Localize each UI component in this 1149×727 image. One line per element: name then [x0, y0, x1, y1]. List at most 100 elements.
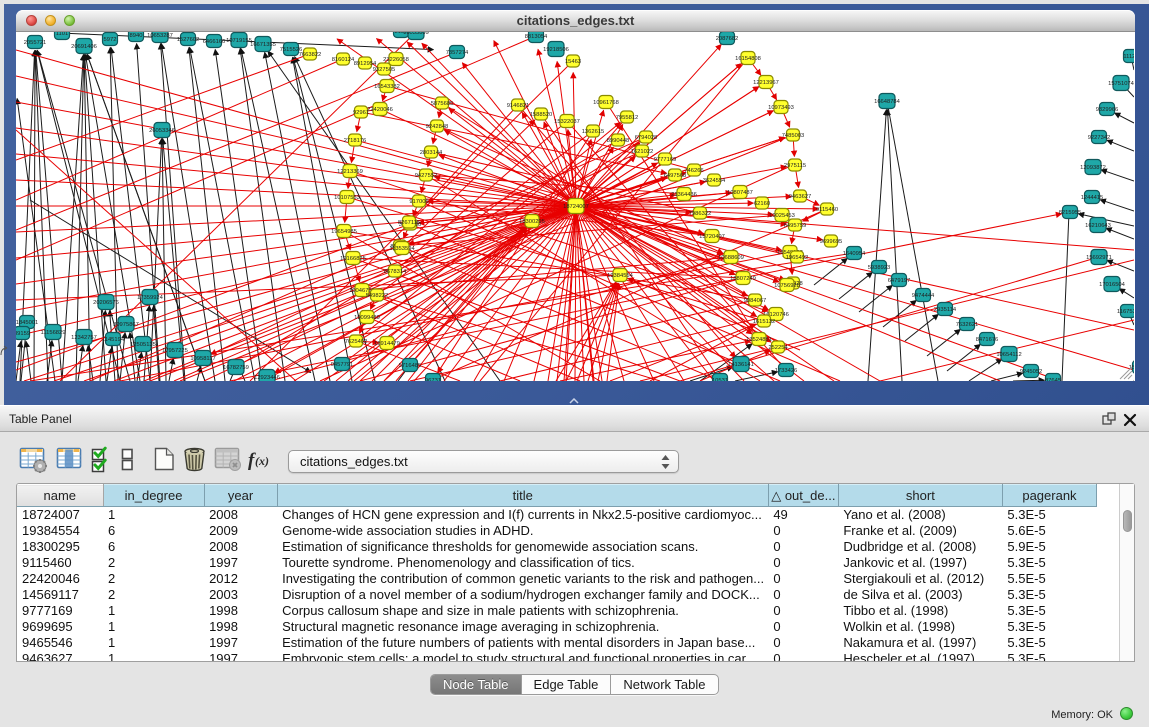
svg-text:6497568: 6497568: [664, 173, 687, 179]
svg-text:16648784: 16648784: [874, 99, 901, 105]
svg-text:12213967: 12213967: [753, 80, 779, 86]
svg-text:12342757: 12342757: [71, 335, 97, 341]
svg-text:8678314: 8678314: [384, 269, 407, 275]
svg-text:9463627: 9463627: [789, 194, 812, 200]
svg-text:5875685: 5875685: [431, 101, 454, 107]
svg-text:2975115: 2975115: [784, 163, 806, 169]
svg-text:9474444: 9474444: [912, 293, 935, 299]
svg-text:19166825: 19166825: [340, 256, 366, 262]
svg-text:1101: 1101: [56, 32, 68, 37]
svg-text:10107553: 10107553: [334, 195, 360, 201]
svg-text:12505135: 12505135: [130, 342, 156, 348]
svg-text:20691406: 20691406: [71, 44, 97, 50]
svg-text:9084067: 9084067: [744, 298, 767, 304]
svg-text:7625402: 7625402: [345, 339, 368, 345]
svg-text:10653287: 10653287: [147, 33, 173, 39]
svg-text:10531: 10531: [712, 378, 728, 381]
svg-text:1244415: 1244415: [1081, 195, 1104, 201]
svg-text:15692971: 15692971: [1086, 255, 1112, 261]
svg-text:10961768: 10961768: [593, 100, 619, 106]
svg-text:746266: 746266: [684, 168, 703, 174]
svg-text:6794028: 6794028: [635, 135, 658, 141]
svg-text:7632621: 7632621: [956, 322, 979, 328]
svg-text:12213369: 12213369: [337, 169, 363, 175]
svg-text:1845001: 1845001: [16, 320, 38, 326]
svg-text:1615132: 1615132: [753, 319, 776, 325]
svg-text:15322037: 15322037: [554, 119, 580, 125]
svg-text:(x): (x): [255, 454, 269, 468]
svg-text:9242848: 9242848: [426, 124, 449, 130]
svg-text:16033809: 16033809: [403, 32, 429, 36]
svg-text:8215955: 8215955: [1059, 210, 1082, 216]
svg-text:8471676: 8471676: [976, 337, 999, 343]
svg-text:1640954: 1640954: [843, 251, 866, 257]
svg-text:18807249: 18807249: [730, 276, 756, 282]
svg-text:23226058: 23226058: [383, 57, 409, 63]
svg-text:9777169: 9777169: [654, 157, 677, 163]
svg-text:9699695: 9699695: [820, 239, 843, 245]
svg-text:19099489: 19099489: [354, 315, 380, 321]
svg-text:13524851: 13524851: [746, 337, 772, 343]
svg-text:8267115: 8267115: [398, 220, 420, 226]
svg-text:15751074: 15751074: [1108, 81, 1134, 87]
svg-text:10719155: 10719155: [226, 38, 252, 44]
svg-text:2087682: 2087682: [716, 36, 739, 42]
svg-text:16914479: 16914479: [374, 341, 400, 347]
svg-text:9327505: 9327505: [373, 67, 396, 73]
svg-text:16782759: 16782759: [223, 365, 249, 371]
svg-text:96731: 96731: [425, 378, 441, 381]
svg-text:11156829: 11156829: [41, 330, 66, 336]
svg-text:21364436: 21364436: [671, 192, 697, 198]
svg-text:17016504: 17016504: [1099, 282, 1126, 288]
svg-text:10958117: 10958117: [190, 356, 215, 362]
svg-text:252254: 252254: [768, 345, 788, 351]
svg-text:1621022: 1621022: [631, 149, 654, 155]
svg-text:9146821: 9146821: [507, 103, 530, 109]
svg-text:16154808: 16154808: [735, 56, 761, 62]
svg-text:7357274: 7357274: [446, 50, 469, 56]
svg-text:8160124: 8160124: [332, 57, 355, 63]
svg-text:917006: 917006: [409, 199, 428, 205]
svg-text:5498222: 5498222: [366, 293, 389, 299]
svg-text:8940: 8940: [130, 33, 143, 39]
svg-text:17359924: 17359924: [137, 295, 164, 301]
svg-text:17957225: 17957225: [162, 348, 188, 354]
svg-text:3624554: 3624554: [703, 178, 726, 184]
svg-text:9427552: 9427552: [415, 173, 438, 179]
svg-text:9115460: 9115460: [816, 207, 838, 213]
svg-text:10688609: 10688609: [718, 255, 744, 261]
svg-text:1527602: 1527602: [177, 37, 200, 43]
svg-text:9245052: 9245052: [1020, 369, 1043, 375]
svg-text:5716485: 5716485: [399, 363, 422, 369]
svg-text:20206576: 20206576: [93, 300, 119, 306]
svg-text:8990448: 8990448: [607, 138, 630, 144]
svg-text:15720407: 15720407: [699, 234, 725, 240]
svg-text:6466160: 6466160: [203, 39, 226, 45]
svg-text:1733426: 1733426: [775, 368, 798, 374]
svg-text:9329966: 9329966: [1096, 107, 1119, 113]
svg-text:10807487: 10807487: [727, 190, 753, 196]
svg-text:7955812: 7955812: [616, 115, 639, 121]
svg-text:12093872: 12093872: [1080, 165, 1106, 171]
svg-text:1588520: 1588520: [530, 112, 553, 118]
svg-text:10654112: 10654112: [996, 352, 1021, 358]
svg-text:16671355: 16671355: [250, 42, 276, 48]
svg-text:6479197: 6479197: [888, 278, 911, 284]
svg-text:11353594: 11353594: [389, 246, 415, 252]
svg-text:19384554: 19384554: [607, 273, 634, 279]
svg-text:10025453: 10025453: [769, 213, 795, 219]
svg-text:30975867: 30975867: [113, 322, 139, 328]
svg-text:14136141: 14136141: [728, 362, 754, 368]
svg-text:9227342: 9227342: [1088, 135, 1111, 141]
svg-text:7986322: 7986322: [689, 211, 712, 217]
svg-text:7485003: 7485003: [782, 133, 805, 139]
svg-text:1145194: 1145194: [102, 337, 125, 343]
svg-text:8813054: 8813054: [525, 34, 548, 40]
svg-text:9457791: 9457791: [331, 362, 354, 368]
svg-text:1362615: 1362615: [582, 129, 605, 135]
svg-text:2935114: 2935114: [934, 307, 957, 313]
svg-text:39159: 39159: [16, 331, 30, 337]
svg-text:1965492: 1965492: [786, 255, 809, 261]
svg-text:10756928: 10756928: [774, 283, 800, 289]
svg-text:26053346: 26053346: [149, 128, 175, 134]
